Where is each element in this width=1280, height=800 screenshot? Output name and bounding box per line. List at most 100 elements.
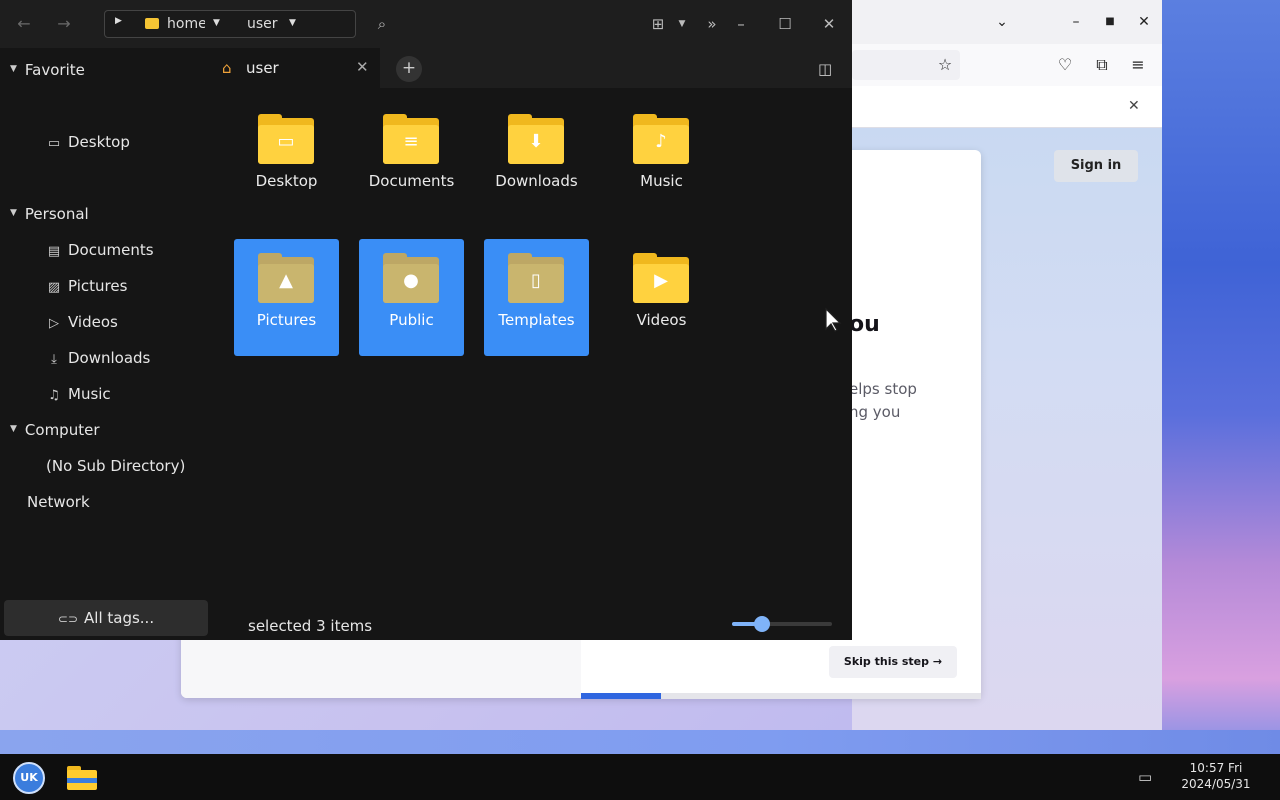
start-menu-button[interactable]: UK	[13, 762, 45, 794]
bookmark-star-icon[interactable]: ☆	[934, 54, 956, 76]
sidebar-group-personal[interactable]: ▼ Personal	[10, 205, 89, 223]
folder-icon: ♪	[633, 114, 689, 164]
view-options-chevron-icon[interactable]: ▼	[670, 12, 694, 36]
folder-item-label: Templates	[498, 311, 575, 329]
path-segment-home[interactable]: home	[167, 16, 205, 32]
maximize-icon[interactable]: ☐	[773, 12, 797, 36]
folder-item-label: Downloads	[495, 172, 578, 190]
sidebar-item-downloads[interactable]: ⤓ Downloads	[46, 349, 150, 367]
folder-item-documents[interactable]: ≡ Documents	[359, 100, 464, 217]
all-tags-button[interactable]: ⊂⊃ All tags...	[4, 600, 208, 636]
caret-down-icon: ▼	[10, 207, 17, 218]
sidebar-item-label: Downloads	[68, 349, 151, 367]
tab-user[interactable]: ⌂ user ✕	[212, 48, 380, 88]
sidebar-item-pictures[interactable]: ▨ Pictures	[46, 277, 128, 295]
close-icon[interactable]: ✕	[1134, 12, 1154, 32]
folder-item-label: Music	[640, 172, 683, 190]
folder-item-desktop[interactable]: ▭ Desktop	[234, 100, 339, 217]
sidebar-item-videos[interactable]: ▷ Videos	[46, 313, 118, 331]
folder-icon: ●	[383, 253, 439, 303]
icon-size-slider[interactable]	[732, 616, 832, 632]
sidebar-group-network[interactable]: Network	[27, 493, 90, 511]
sidebar-group-favorite[interactable]: ▼ Favorite	[10, 61, 85, 79]
status-text: selected 3 items	[248, 617, 373, 635]
split-view-icon[interactable]: ◫	[818, 60, 832, 78]
folder-item-label: Public	[389, 311, 434, 329]
folder-item-music[interactable]: ♪ Music	[609, 100, 714, 217]
tag-icon: ⊂⊃	[57, 612, 79, 626]
folder-item-downloads[interactable]: ⬇ Downloads	[484, 100, 589, 217]
tab-label: user	[246, 59, 279, 77]
folder-icon: ▯	[508, 253, 564, 303]
sidebar: ▼ Favorite ▭ Desktop ▼ Personal ▤ Documents …	[0, 48, 212, 640]
folder-item-pictures[interactable]: ▲ Pictures	[234, 239, 339, 356]
mouse-cursor-icon	[825, 307, 842, 332]
sidebar-item-label: Desktop	[68, 133, 130, 151]
browser-toolbar: ☆ ♡ ⧉ ≡	[852, 44, 1162, 86]
menu-icon[interactable]: ≡	[1127, 54, 1149, 76]
folder-icon: ⬇	[508, 114, 564, 164]
onboarding-progress-fill	[581, 693, 661, 699]
sidebar-item-label: Pictures	[68, 277, 128, 295]
notification-icon[interactable]: ▭	[1138, 768, 1152, 786]
new-tab-button[interactable]: +	[396, 56, 422, 82]
path-bar[interactable]: ▶ home ▼ user ▼	[104, 10, 356, 38]
folder-item-label: Desktop	[255, 172, 318, 190]
notification-close-icon[interactable]: ✕	[1128, 98, 1140, 114]
folder-icon: ▭	[258, 114, 314, 164]
sidebar-item-label: Videos	[68, 313, 118, 331]
sidebar-item-label: Documents	[68, 241, 154, 259]
wallpaper-right-edge	[1162, 0, 1280, 754]
chevron-down-icon[interactable]: ▼	[289, 18, 296, 28]
folder-item-label: Documents	[368, 172, 455, 190]
sidebar-group-computer[interactable]: ▼ Computer	[10, 421, 100, 439]
document-icon: ▤	[47, 244, 61, 259]
sidebar-item-no-sub-directory: (No Sub Directory)	[46, 457, 186, 475]
folder-item-label: Videos	[636, 311, 687, 329]
clock[interactable]: 10:57 Fri 2024/05/31	[1176, 760, 1256, 792]
chevron-down-icon[interactable]: ▼	[213, 18, 220, 28]
caret-down-icon: ▼	[10, 63, 17, 74]
image-icon: ▨	[47, 280, 61, 295]
icon-size-slider-handle[interactable]	[754, 616, 770, 632]
search-icon[interactable]: ⌕	[370, 12, 394, 36]
close-icon[interactable]: ✕	[817, 12, 841, 36]
tab-close-icon[interactable]: ✕	[356, 58, 369, 76]
folder-item-templates[interactable]: ▯ Templates	[484, 239, 589, 356]
grid-view-icon[interactable]: ⊞	[646, 12, 670, 36]
file-manager-taskbar-icon[interactable]	[67, 766, 97, 790]
path-expand-icon[interactable]: ▶	[115, 16, 122, 26]
browser-titlebar: ⌄ – ■ ✕	[852, 0, 1162, 44]
sign-in-button[interactable]: Sign in	[1054, 150, 1138, 182]
download-icon: ⤓	[51, 352, 57, 367]
onboarding-body-line: ng you	[849, 403, 901, 421]
minimize-icon[interactable]: –	[729, 12, 753, 36]
forward-arrow-icon[interactable]: →	[52, 12, 76, 36]
sidebar-item-desktop[interactable]: ▭ Desktop	[46, 133, 130, 151]
sidebar-item-music[interactable]: ♫ Music	[46, 385, 111, 403]
folder-item-label: Pictures	[256, 311, 317, 329]
tab-list-icon[interactable]: ⌄	[992, 12, 1012, 32]
sidebar-item-label: Music	[68, 385, 111, 403]
file-manager-titlebar: ← → ▶ home ▼ user ▼ ⌕ ⊞ ▼ » – ☐ ✕	[0, 0, 852, 48]
sidebar-item-documents[interactable]: ▤ Documents	[46, 241, 154, 259]
extensions-icon[interactable]: ⧉	[1091, 54, 1113, 76]
minimize-icon[interactable]: –	[1066, 12, 1086, 32]
path-segment-user[interactable]: user	[247, 16, 278, 32]
expand-panel-icon[interactable]: »	[700, 12, 724, 36]
folder-icon	[145, 18, 159, 29]
folder-item-videos[interactable]: ▶ Videos	[609, 239, 714, 356]
all-tags-label: All tags...	[84, 609, 155, 627]
onboarding-card-left-panel	[181, 638, 581, 698]
back-arrow-icon[interactable]: ←	[12, 12, 36, 36]
monitor-icon: ▭	[47, 136, 61, 151]
clock-date: 2024/05/31	[1181, 777, 1251, 791]
folder-icon: ▶	[633, 253, 689, 303]
folder-item-public[interactable]: ● Public	[359, 239, 464, 356]
sidebar-group-label: Personal	[24, 205, 89, 223]
video-icon: ▷	[49, 316, 59, 331]
taskbar: UK ▭ 10:57 Fri 2024/05/31	[0, 754, 1280, 800]
maximize-icon[interactable]: ■	[1100, 12, 1120, 32]
skip-step-button[interactable]: Skip this step →	[829, 646, 957, 678]
pocket-icon[interactable]: ♡	[1054, 54, 1076, 76]
